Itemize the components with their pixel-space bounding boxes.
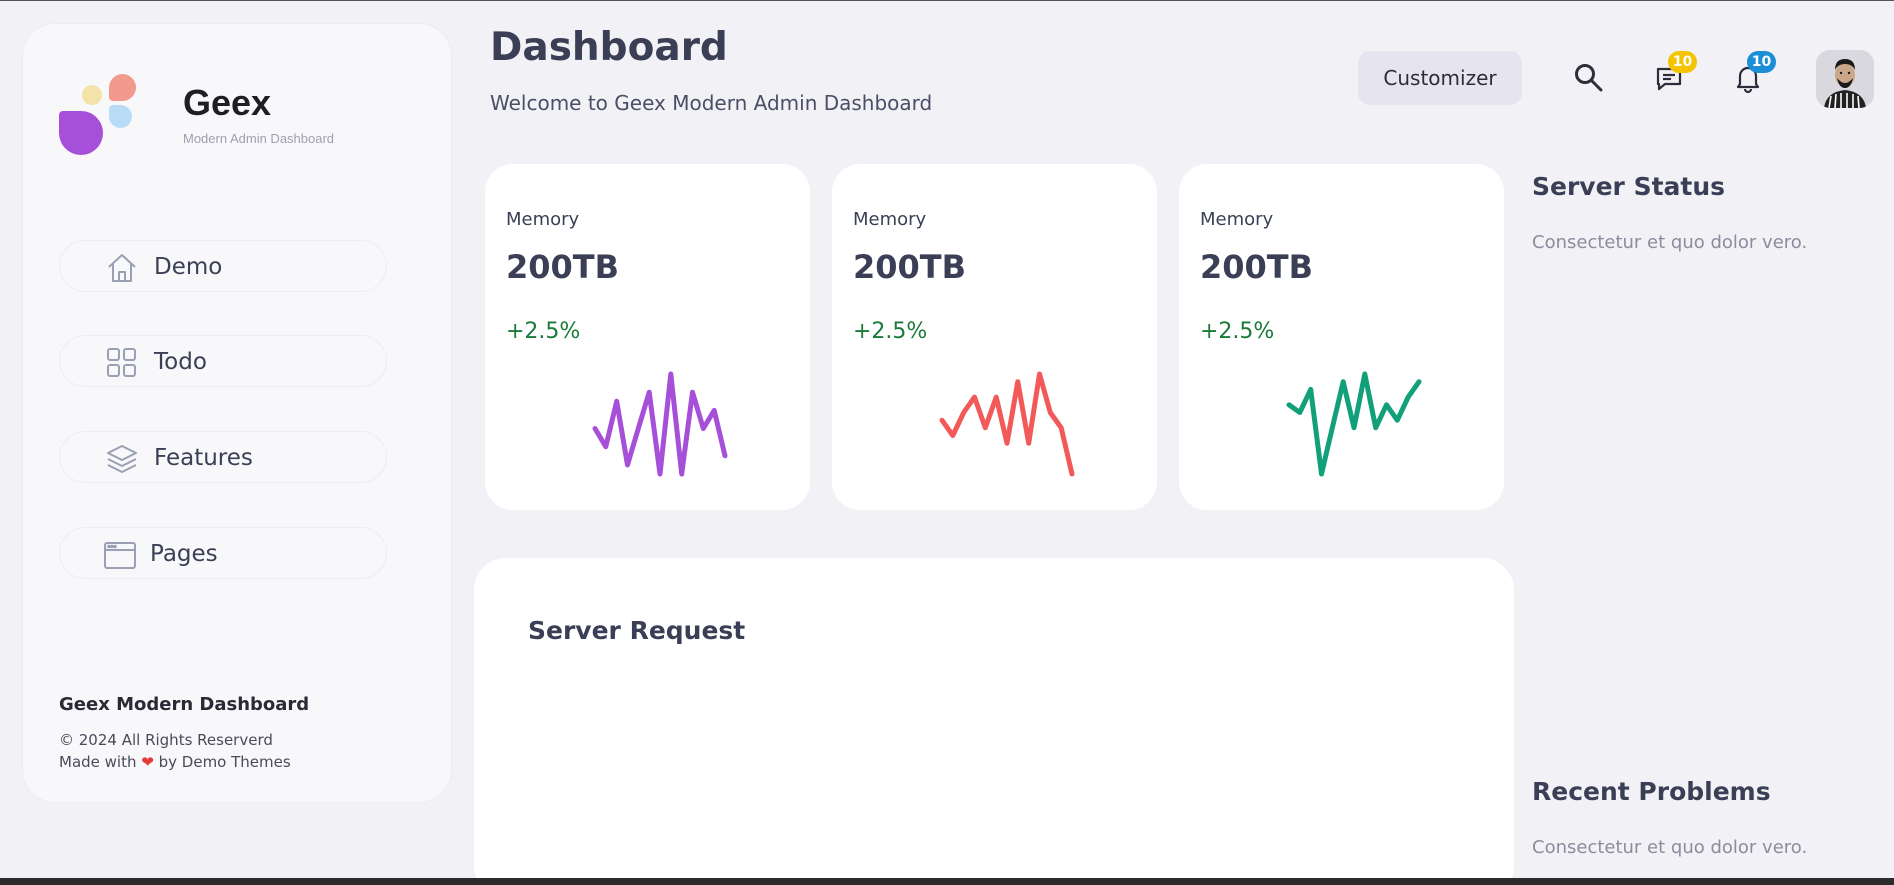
stat-card-memory-2: Memory 200TB +2.5% — [832, 164, 1157, 510]
user-avatar-image — [1816, 50, 1874, 108]
stat-change: +2.5% — [853, 319, 928, 344]
sidebar-item-pages[interactable]: Pages — [59, 527, 387, 579]
footer-title: Geex Modern Dashboard — [59, 694, 310, 715]
footer-made-prefix: Made with — [59, 753, 137, 771]
heart-icon: ❤ — [141, 753, 154, 771]
server-request-card: Server Request — [474, 558, 1514, 885]
search-icon — [1575, 64, 1603, 92]
sparkline-line — [1286, 371, 1422, 477]
search-button[interactable] — [1572, 61, 1606, 95]
stat-label: Memory — [506, 209, 580, 230]
grid-icon — [107, 348, 136, 377]
avatar[interactable] — [1816, 50, 1874, 108]
sparkline-line — [939, 371, 1075, 477]
sidebar-item-label: Features — [154, 445, 253, 471]
recent-problems-title: Recent Problems — [1532, 777, 1771, 806]
stat-label: Memory — [853, 209, 927, 230]
stat-change: +2.5% — [506, 319, 581, 344]
messages-badge: 10 — [1668, 51, 1697, 73]
footer-credit: Made with ❤ by Demo Themes — [59, 753, 291, 771]
page-title: Dashboard — [490, 25, 728, 70]
recent-problems-text: Consectetur et quo dolor vero. — [1532, 837, 1808, 858]
notifications-badge: 10 — [1747, 51, 1776, 73]
stat-label: Memory — [1200, 209, 1274, 230]
server-status-title: Server Status — [1532, 172, 1726, 201]
logo-blob-yellow — [82, 85, 102, 105]
stat-change: +2.5% — [1200, 319, 1275, 344]
sparkline-chart — [939, 371, 1075, 477]
messages-button[interactable]: 10 — [1652, 51, 1697, 95]
logo-blob-blue — [109, 105, 132, 128]
brand-tagline: Modern Admin Dashboard — [183, 131, 335, 146]
home-icon — [108, 254, 136, 282]
logo-blob-red — [109, 74, 136, 101]
sparkline-chart — [592, 371, 728, 477]
sparkline-line — [592, 371, 728, 477]
server-status-text: Consectetur et quo dolor vero. — [1532, 232, 1808, 253]
brand-logo[interactable]: Geex Modern Admin Dashboard — [59, 74, 359, 166]
sidebar-item-label: Demo — [154, 254, 223, 280]
notifications-button[interactable]: 10 — [1731, 51, 1776, 95]
stat-value: 200TB — [1200, 248, 1314, 286]
sidebar: Geex Modern Admin Dashboard Demo Todo Fe… — [23, 24, 451, 802]
footer-made-suffix[interactable]: by Demo Themes — [159, 753, 291, 771]
stat-value: 200TB — [853, 248, 967, 286]
stat-card-memory-3: Memory 200TB +2.5% — [1179, 164, 1504, 510]
sidebar-item-todo[interactable]: Todo — [59, 335, 387, 387]
footer-copyright: © 2024 All Rights Reserverd — [59, 731, 273, 749]
browser-window-icon — [104, 542, 136, 569]
sidebar-item-label: Todo — [154, 349, 207, 375]
stat-value: 200TB — [506, 248, 620, 286]
stat-card-memory-1: Memory 200TB +2.5% — [485, 164, 810, 510]
logo-blob-purple — [59, 111, 103, 155]
customizer-button[interactable]: Customizer — [1358, 51, 1522, 105]
brand-name: Geex — [183, 82, 272, 123]
layers-icon — [107, 445, 137, 473]
page-subtitle: Welcome to Geex Modern Admin Dashboard — [490, 91, 933, 115]
server-request-title: Server Request — [528, 616, 746, 645]
sidebar-item-label: Pages — [150, 541, 218, 567]
os-taskbar — [0, 878, 1894, 885]
sparkline-chart — [1286, 371, 1422, 477]
sidebar-item-features[interactable]: Features — [59, 431, 387, 483]
sidebar-item-demo[interactable]: Demo — [59, 240, 387, 292]
